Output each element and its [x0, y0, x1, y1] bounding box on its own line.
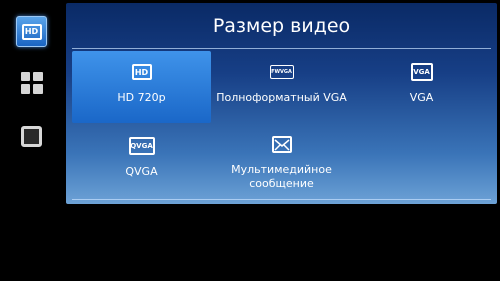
option-label: Мультимедийное сообщение: [231, 163, 332, 190]
option-qvga[interactable]: QVGA QVGA: [72, 125, 211, 197]
option-fwvga[interactable]: FWVGA Полноформатный VGA: [212, 51, 351, 123]
settings-grid-button[interactable]: [16, 67, 47, 98]
video-size-button[interactable]: HD: [16, 16, 47, 47]
vga-icon: VGA: [410, 63, 433, 81]
option-label: Полноформатный VGA: [216, 91, 347, 104]
dialog-title: Размер видео: [212, 14, 351, 37]
mms-envelope-icon: [271, 135, 292, 157]
fwvga-icon: FWVGA: [269, 65, 294, 79]
option-label: HD 720p: [117, 91, 166, 104]
title-divider: [72, 48, 491, 49]
thumbnail-button[interactable]: [16, 121, 47, 152]
bottom-divider: [72, 199, 491, 200]
qvga-icon: QVGA: [128, 137, 155, 155]
grid-icon: [20, 71, 43, 94]
square-frame-icon: [21, 126, 42, 147]
option-mms[interactable]: Мультимедийное сообщение: [212, 125, 351, 197]
option-vga[interactable]: VGA VGA: [352, 51, 491, 123]
video-size-dialog: Размер видео HD HD 720p FWVGA Полноформа…: [66, 3, 497, 204]
hd-icon: HD: [21, 23, 42, 40]
camera-side-panel: HD: [0, 0, 62, 281]
option-hd-720p[interactable]: HD HD 720p: [72, 51, 211, 123]
hd-icon: HD: [131, 64, 152, 80]
option-label: QVGA: [125, 165, 158, 178]
option-label: VGA: [409, 91, 434, 104]
